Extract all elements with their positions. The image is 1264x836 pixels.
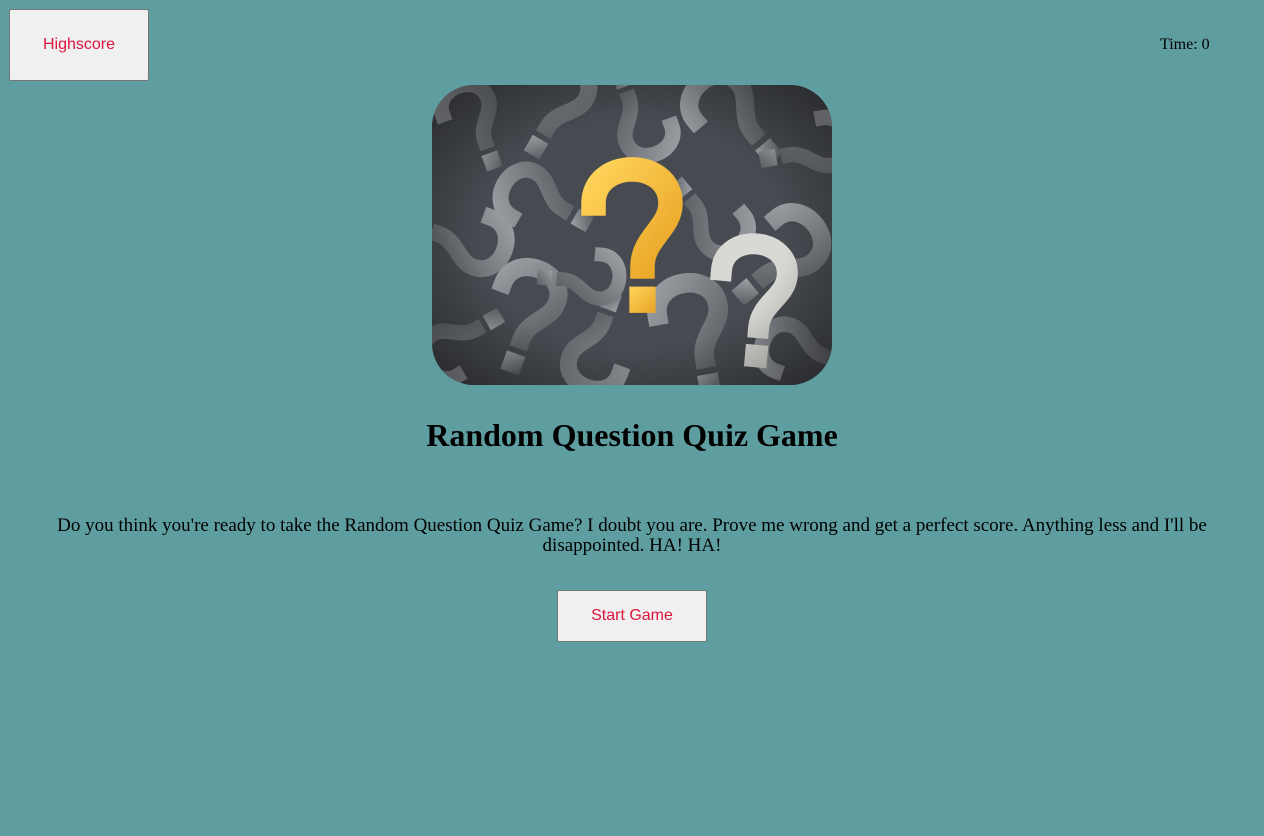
intro-text: Do you think you're ready to take the Ra… [57, 515, 1207, 556]
question-marks-image [432, 85, 832, 385]
timer-value: 0 [1201, 36, 1210, 53]
timer: Time: 0 [1160, 36, 1210, 54]
highscore-button[interactable]: Highscore [9, 9, 149, 81]
page-title: Random Question Quiz Game [426, 417, 838, 453]
start-game-button[interactable]: Start Game [557, 590, 707, 642]
timer-label: Time: [1160, 36, 1198, 53]
